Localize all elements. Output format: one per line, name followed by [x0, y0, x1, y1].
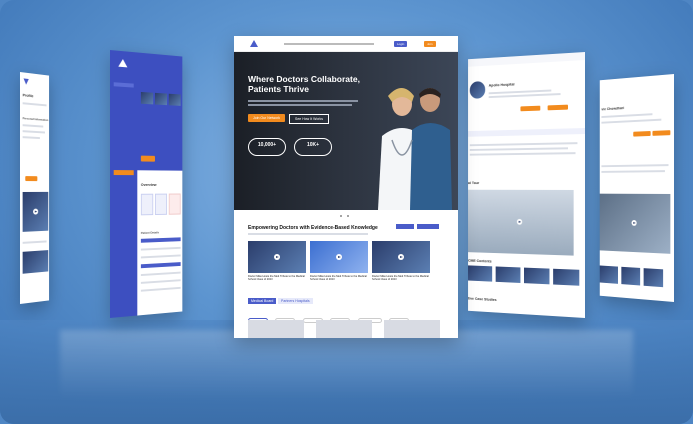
- tab-medical-board[interactable]: Medical Board: [248, 298, 277, 304]
- hospital-mockup: Apollo Hospital al Tour CME Contents tiv…: [468, 52, 585, 318]
- filter-button[interactable]: [417, 224, 439, 229]
- tour-video[interactable]: [468, 189, 574, 256]
- hero: Where Doctors Collaborate, Patients Thri…: [234, 52, 458, 217]
- content-card[interactable]: [599, 265, 618, 284]
- cme-card[interactable]: [468, 265, 493, 282]
- doctor-profile-mockup: vic Chowdhari: [599, 74, 674, 302]
- doctor-card-3[interactable]: [384, 320, 440, 338]
- video-caption-3: Doctor Mike Hosts the Mett Tribute to th…: [372, 275, 429, 281]
- stat-doctors: 10,000+: [248, 138, 286, 156]
- tabs-bar[interactable]: [468, 128, 585, 137]
- doctors-image: [378, 88, 452, 210]
- doctor-name: vic Chowdhari: [601, 105, 625, 112]
- play-icon: [398, 254, 404, 260]
- tab-partner-hospitals[interactable]: Partners Hospitals: [278, 298, 313, 304]
- cme-card[interactable]: [553, 268, 580, 286]
- video-caption-1: Doctor Mike Hosts the Mett Tribute to th…: [248, 275, 305, 281]
- video-thumbnail[interactable]: [22, 191, 49, 232]
- play-icon: [336, 254, 342, 260]
- logo-icon: [118, 58, 128, 68]
- filter-button[interactable]: [396, 224, 414, 229]
- doctor-card-2[interactable]: [316, 320, 372, 338]
- logo-icon: [250, 40, 258, 47]
- play-icon: [631, 219, 637, 226]
- get-started-button[interactable]: [140, 155, 155, 162]
- stat-value: 10,000+: [257, 142, 277, 148]
- hospital-name: Apollo Hospital: [488, 81, 515, 88]
- stat-value: 10K+: [306, 142, 320, 148]
- join-button[interactable]: Join: [424, 41, 436, 47]
- specialty-chips[interactable]: [248, 310, 448, 323]
- personal-info-heading: Personal Information: [22, 116, 49, 123]
- gallery-thumbnail[interactable]: [22, 250, 49, 274]
- content-card[interactable]: [621, 266, 641, 286]
- book-button[interactable]: [547, 104, 569, 111]
- appointment-button[interactable]: [520, 105, 541, 112]
- cme-card[interactable]: [524, 267, 550, 285]
- carousel-dots[interactable]: [334, 204, 354, 217]
- video-card-1[interactable]: [248, 241, 306, 273]
- profile-title: Profile: [22, 92, 34, 99]
- video-card[interactable]: [154, 92, 168, 106]
- join-network-button[interactable]: Join Our Network: [248, 114, 286, 122]
- stat-card: [154, 193, 168, 216]
- play-icon: [274, 254, 280, 260]
- stat-patients: 10K+: [294, 138, 332, 156]
- stat-card: [140, 193, 154, 216]
- dashboard-mockup: Overview Patient Details: [110, 50, 183, 318]
- sidebar-item[interactable]: [113, 82, 134, 88]
- cme-card[interactable]: [495, 266, 521, 283]
- video-card-3[interactable]: [372, 241, 430, 273]
- tour-heading: al Tour: [468, 180, 480, 185]
- navbar: Login Join: [234, 36, 458, 52]
- sidebar: [110, 50, 138, 318]
- play-icon: [33, 208, 39, 215]
- video-card-2[interactable]: [310, 241, 368, 273]
- dashboard-banner: [137, 52, 183, 171]
- case-studies-heading: tive Case Studies: [468, 295, 497, 302]
- content-card[interactable]: [643, 268, 664, 288]
- cme-heading: CME Contents: [468, 257, 492, 264]
- appointment-button[interactable]: [652, 130, 671, 136]
- patient-details-heading: Patient Details: [140, 230, 160, 235]
- how-it-works-button[interactable]: See How It Works: [289, 114, 329, 124]
- doctor-card-1[interactable]: [248, 320, 304, 338]
- hero-title: Where Doctors Collaborate, Patients Thri…: [248, 74, 360, 94]
- overview-heading: Overview: [140, 182, 157, 187]
- stat-card: [168, 193, 181, 215]
- table-header: [140, 262, 181, 269]
- video-card[interactable]: [140, 91, 154, 105]
- logo-icon: [23, 78, 29, 85]
- hospital-logo: [469, 81, 486, 99]
- table-header: [140, 237, 181, 243]
- save-button[interactable]: [25, 176, 38, 182]
- profile-mockup: Profile Personal Information: [20, 72, 50, 304]
- mockup-reflection: [60, 330, 633, 400]
- section-title: Empowering Doctors with Evidence-Based K…: [248, 225, 378, 231]
- video-caption-2: Doctor Mike Hosts the Mett Tribute to th…: [310, 275, 367, 281]
- sidebar-cta[interactable]: [113, 170, 134, 176]
- landing-mockup: Login Join Where Doctors Collaborate, Pa…: [234, 36, 458, 338]
- doctor-video[interactable]: [599, 193, 671, 254]
- follow-button[interactable]: [633, 131, 651, 137]
- login-button[interactable]: Login: [394, 41, 408, 47]
- play-icon: [516, 218, 523, 225]
- video-card[interactable]: [168, 93, 181, 106]
